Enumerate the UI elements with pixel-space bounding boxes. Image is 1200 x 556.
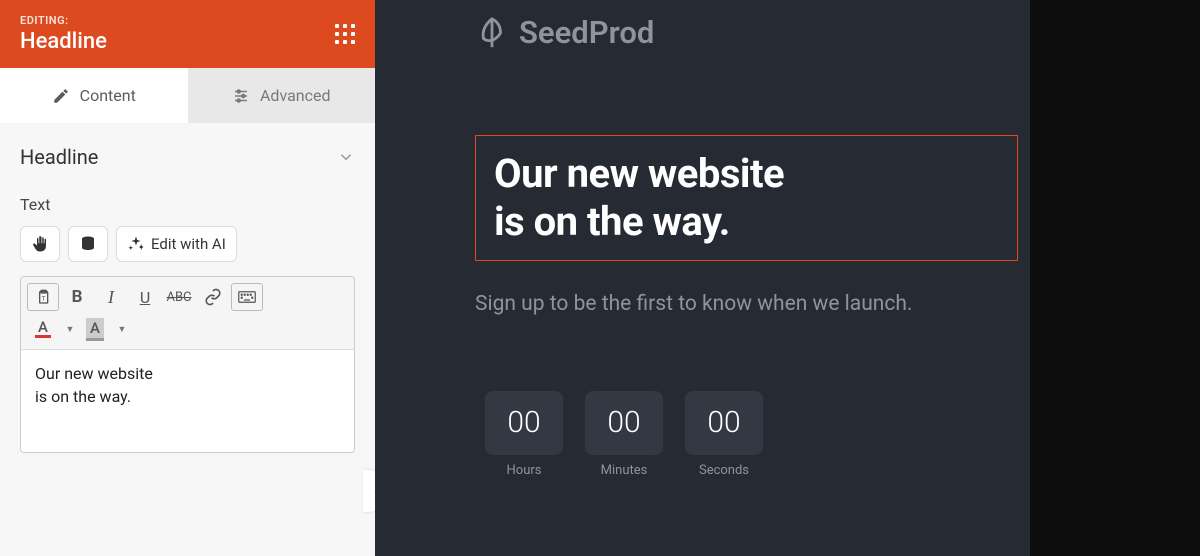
keyboard-button[interactable] [231,283,263,311]
drag-tool-button[interactable] [20,226,60,262]
subtext-block[interactable]: Sign up to be the first to know when we … [475,289,975,321]
countdown-value: 00 [685,391,763,455]
brand-logo: SeedProd [475,14,1160,51]
preview-canvas: SeedProd Our new website is on the way. … [375,0,1200,556]
countdown-item-minutes: 00 Minutes [585,391,663,478]
strikethrough-button[interactable]: ABC [163,283,195,311]
svg-text:T: T [42,294,46,302]
bold-button[interactable]: B [61,283,93,311]
clipboard-icon: T [35,289,51,305]
chevron-down-icon [337,148,355,166]
sparkle-icon [127,235,145,253]
database-icon [79,235,97,253]
countdown-label: Minutes [601,463,648,478]
countdown-block[interactable]: 00 Hours 00 Minutes 00 Seconds [485,391,1160,478]
pencil-icon [52,87,70,105]
edit-with-ai-button[interactable]: Edit with AI [116,226,237,262]
wysiwyg-toolbar: T B I U ABC A ▼ A ▼ [21,277,354,349]
caret-down-icon: ▼ [66,324,75,335]
hand-icon [31,235,49,253]
wysiwyg-editor: T B I U ABC A ▼ A ▼ Our new website is o… [20,276,355,453]
seed-leaf-icon [475,16,509,50]
countdown-label: Seconds [699,463,749,478]
editor-sidebar: EDITING: Headline Content Advanced Headl… [0,0,375,556]
countdown-item-seconds: 00 Seconds [685,391,763,478]
editing-element-title: Headline [20,29,107,54]
countdown-value: 00 [585,391,663,455]
tab-advanced[interactable]: Advanced [188,68,376,123]
text-color-button[interactable]: A [27,315,59,343]
wysiwyg-textarea[interactable]: Our new website is on the way. [21,349,354,452]
underline-button[interactable]: U [129,283,161,311]
italic-button[interactable]: I [95,283,127,311]
panel-body: Headline Text Edit with AI T B I [0,123,375,556]
countdown-item-hours: 00 Hours [485,391,563,478]
link-button[interactable] [197,283,229,311]
drag-grid-icon[interactable] [335,24,355,44]
text-color-dropdown[interactable]: ▼ [61,315,77,343]
keyboard-icon [238,290,256,304]
bg-color-button[interactable]: A [79,315,111,343]
database-tool-button[interactable] [68,226,108,262]
editing-label: EDITING: [20,14,107,27]
link-icon [204,288,222,306]
headline-selected-block[interactable]: Our new website is on the way. [475,135,1018,261]
countdown-label: Hours [507,463,542,478]
paste-text-button[interactable]: T [27,283,59,311]
text-field-label: Text [20,195,355,214]
bg-color-dropdown[interactable]: ▼ [113,315,129,343]
editor-tabs: Content Advanced [0,68,375,123]
caret-down-icon: ▼ [118,324,127,335]
section-headline-toggle[interactable]: Headline [20,145,355,169]
tab-content[interactable]: Content [0,68,188,123]
sliders-icon [232,87,250,105]
editor-header: EDITING: Headline [0,0,375,68]
headline-text: Our new website is on the way. [494,150,999,246]
countdown-value: 00 [485,391,563,455]
tool-row: Edit with AI [20,226,355,262]
